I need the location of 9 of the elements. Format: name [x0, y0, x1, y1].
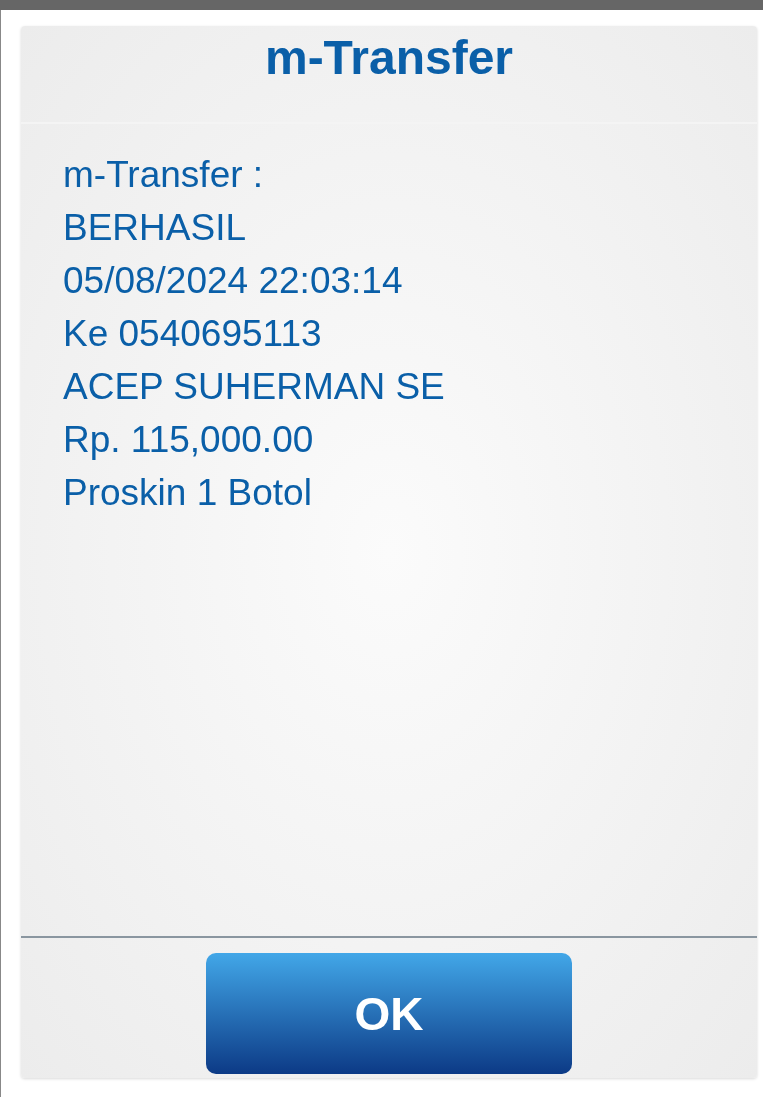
message-line: Rp. 115,000.00 [63, 418, 315, 462]
message-line: Proskin 1 Botol [63, 471, 313, 515]
message-line: BERHASIL [63, 206, 247, 250]
message-line: 05/08/2024 22:03:14 [63, 259, 404, 303]
ok-button[interactable]: OK [206, 953, 572, 1074]
message-line: m-Transfer : [63, 153, 265, 197]
message-line: Ke 0540695113 [63, 312, 323, 356]
message-line: ACEP SUHERMAN SE [63, 365, 446, 409]
dialog-title: m-Transfer [21, 26, 757, 124]
